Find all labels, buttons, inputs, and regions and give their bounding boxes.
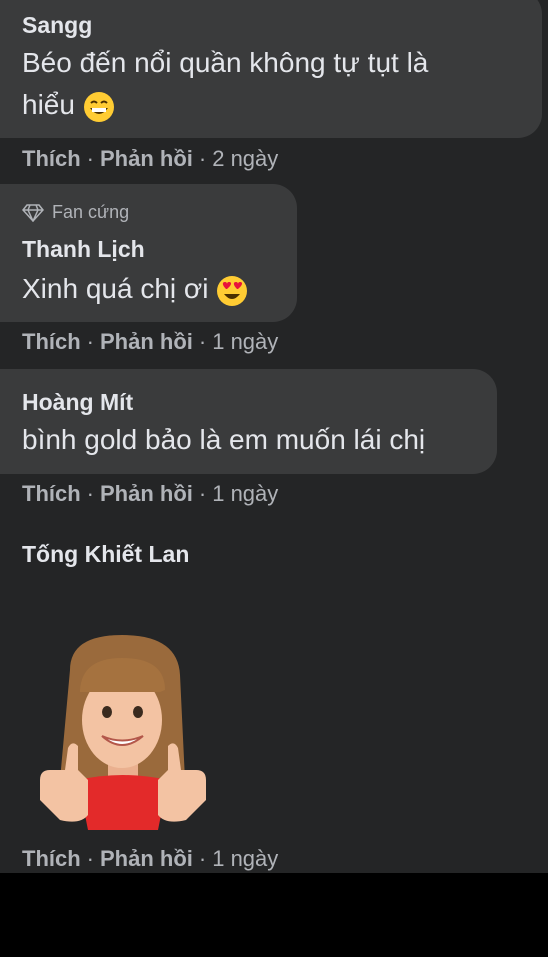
comment-time[interactable]: 2 ngày bbox=[212, 146, 278, 171]
comment-time[interactable]: 1 ngày bbox=[212, 846, 278, 871]
comment-actions: Thích · Phản hồi · 1 ngày bbox=[22, 846, 279, 871]
fan-badge: Fan cứng bbox=[22, 202, 129, 223]
comment-actions: Thích · Phản hồi · 1 ngày bbox=[22, 481, 279, 506]
like-link[interactable]: Thích bbox=[22, 146, 81, 171]
like-link[interactable]: Thích bbox=[22, 329, 81, 354]
reply-link[interactable]: Phản hồi bbox=[100, 146, 193, 171]
comment-text-line: Béo đến nổi quần không tự tụt là bbox=[22, 47, 429, 78]
comment-author[interactable]: Tống Khiết Lan bbox=[22, 541, 189, 568]
like-link[interactable]: Thích bbox=[22, 846, 81, 871]
diamond-icon bbox=[22, 203, 44, 222]
reply-link[interactable]: Phản hồi bbox=[100, 481, 193, 506]
comment-bubble: Fan cứng Thanh Lịch Xinh quá chị ơi bbox=[0, 184, 297, 322]
comments-panel: Sangg Béo đến nổi quần không tự tụt là h… bbox=[0, 0, 548, 873]
like-link[interactable]: Thích bbox=[22, 481, 81, 506]
comment-text: Béo đến nổi quần không tự tụt là bbox=[22, 42, 428, 83]
comment-author[interactable]: Hoàng Mít bbox=[22, 389, 133, 416]
comment-text: Xinh quá chị ơi bbox=[22, 268, 248, 309]
comment-text-line: bình gold bảo là em muốn lái chị bbox=[22, 424, 426, 455]
comment-time[interactable]: 1 ngày bbox=[212, 481, 278, 506]
heart-eyes-face-icon bbox=[217, 275, 248, 306]
comment-bubble: Hoàng Mít bình gold bảo là em muốn lái c… bbox=[0, 369, 497, 474]
comment-text: bình gold bảo là em muốn lái chị bbox=[22, 419, 425, 460]
comment-bubble: Sangg Béo đến nổi quần không tự tụt là h… bbox=[0, 0, 542, 138]
comment-author[interactable]: Thanh Lịch bbox=[22, 236, 145, 263]
comment-text-line: hiểu bbox=[22, 89, 75, 120]
comment-text-line: Xinh quá chị ơi bbox=[22, 273, 209, 304]
reply-link[interactable]: Phản hồi bbox=[100, 846, 193, 871]
grinning-face-icon bbox=[83, 91, 114, 122]
comment-actions: Thích · Phản hồi · 1 ngày bbox=[22, 329, 279, 354]
badge-label: Fan cứng bbox=[52, 202, 130, 222]
comment-author[interactable]: Sangg bbox=[22, 12, 92, 39]
comment-actions: Thích · Phản hồi · 2 ngày bbox=[22, 146, 279, 171]
avatar-thumbs-up-sticker[interactable] bbox=[30, 630, 215, 835]
reply-link[interactable]: Phản hồi bbox=[100, 329, 193, 354]
comment-time[interactable]: 1 ngày bbox=[212, 329, 278, 354]
comment-text: hiểu bbox=[22, 84, 115, 125]
